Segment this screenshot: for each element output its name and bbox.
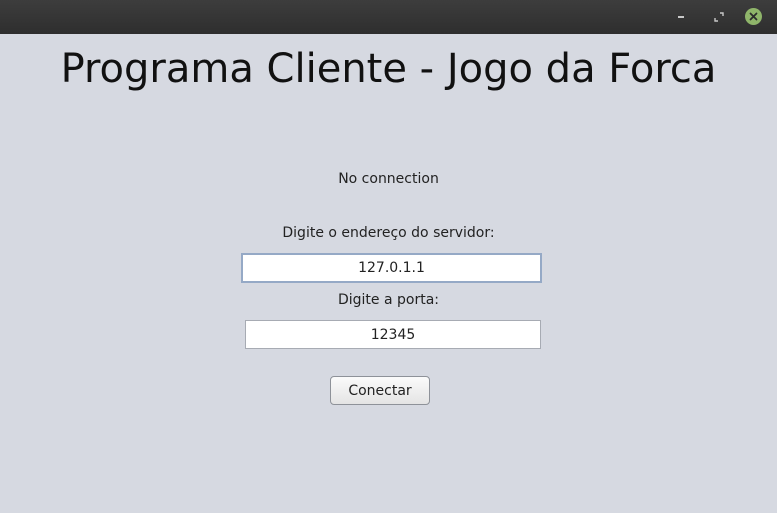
- close-icon[interactable]: [745, 8, 762, 25]
- port-input[interactable]: [245, 320, 541, 349]
- connect-button[interactable]: Conectar: [330, 376, 430, 405]
- server-address-label: Digite o endereço do servidor:: [282, 225, 495, 241]
- minimize-icon[interactable]: [672, 8, 690, 26]
- page-title: Programa Cliente - Jogo da Forca: [60, 46, 717, 92]
- window-titlebar: [0, 0, 777, 34]
- client-window: Programa Cliente - Jogo da Forca No conn…: [0, 0, 777, 513]
- connection-status: No connection: [338, 171, 439, 187]
- close-glyph: [749, 12, 758, 21]
- port-label: Digite a porta:: [337, 292, 440, 308]
- maximize-icon[interactable]: [710, 8, 728, 26]
- minimize-bar: [678, 16, 684, 18]
- maximize-glyph: [714, 12, 724, 22]
- server-address-input[interactable]: [241, 253, 542, 283]
